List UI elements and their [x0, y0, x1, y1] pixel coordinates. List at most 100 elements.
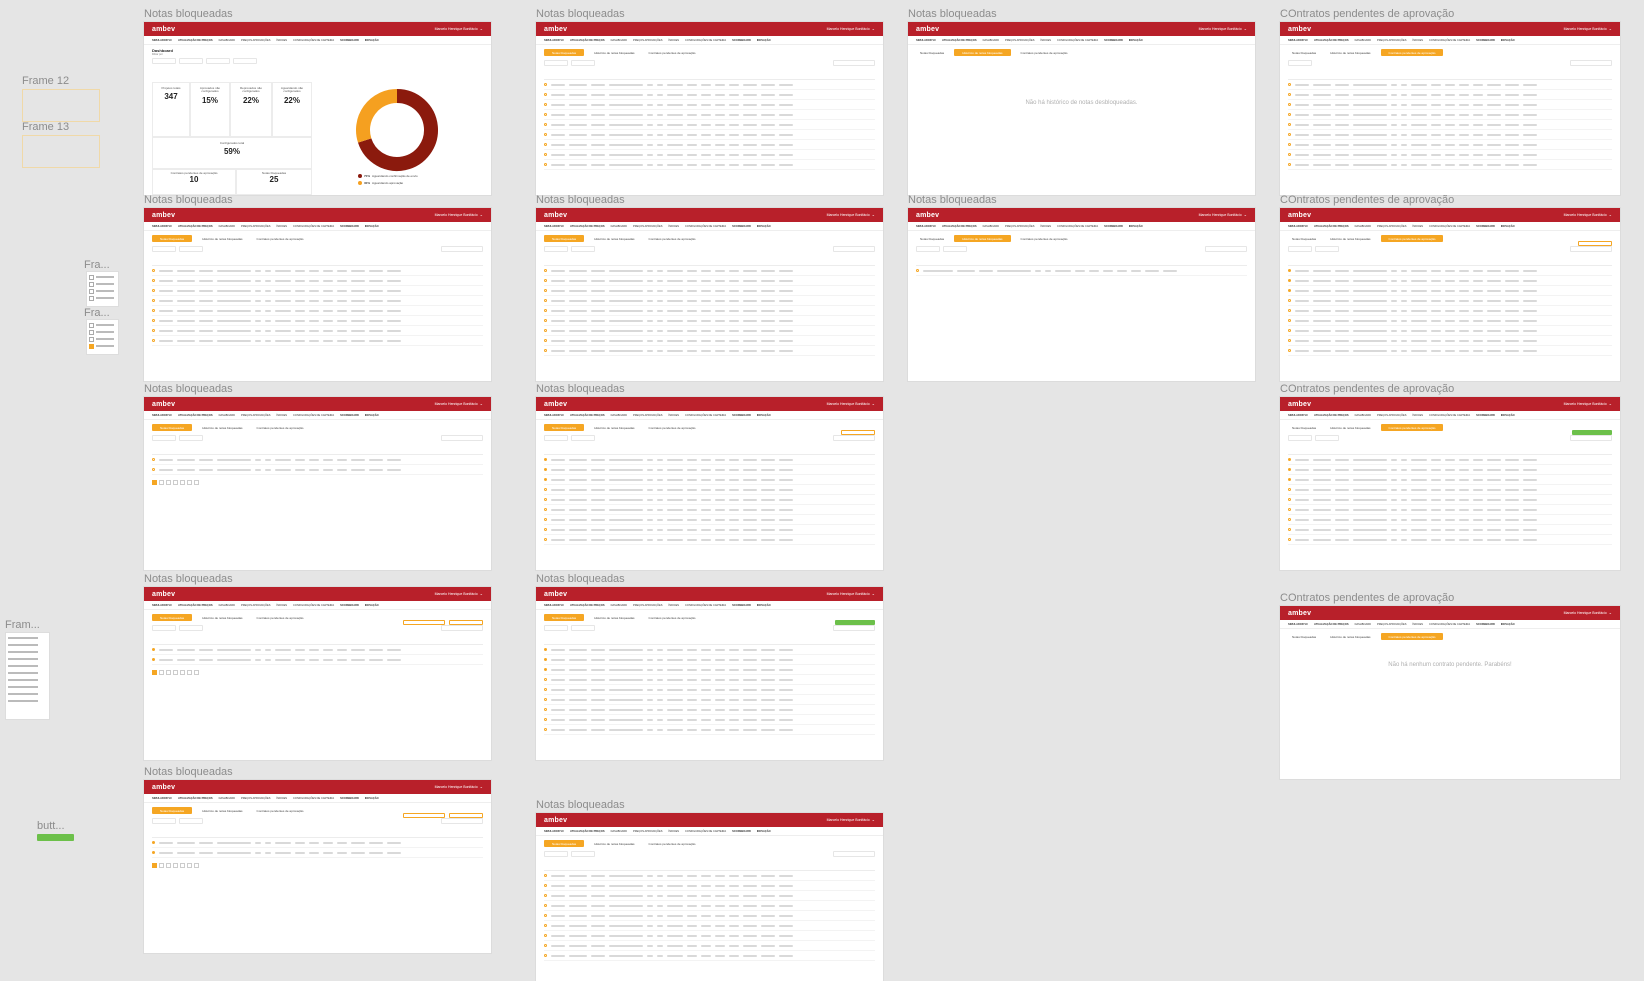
nav-item[interactable]: Inovação — [365, 39, 379, 42]
row-select-radio[interactable] — [544, 914, 547, 917]
table-row[interactable] — [544, 150, 875, 160]
row-select-radio[interactable] — [544, 123, 547, 126]
page-button[interactable] — [194, 480, 199, 485]
nav-item[interactable]: Atualização de preços — [570, 225, 605, 228]
row-select-radio[interactable] — [544, 894, 547, 897]
action-button[interactable] — [449, 620, 483, 625]
table-row[interactable] — [152, 336, 483, 346]
page-button[interactable] — [187, 480, 192, 485]
row-select-radio[interactable] — [1288, 319, 1291, 322]
tab-notas[interactable]: Notas bloqueadas — [544, 840, 585, 847]
filter-select[interactable] — [179, 58, 203, 64]
tab-historico[interactable]: Histórico de notas bloqueadas — [198, 808, 246, 814]
table-row[interactable] — [544, 160, 875, 170]
search-input[interactable] — [833, 435, 875, 441]
table-row[interactable] — [152, 455, 483, 465]
page-button[interactable] — [166, 480, 171, 485]
nav-item[interactable]: Simulador VC — [916, 39, 936, 42]
tab-contratos[interactable]: Contratos pendentes de aprovação — [1380, 235, 1444, 242]
table-row[interactable] — [1288, 80, 1612, 90]
nav-item[interactable]: Dashboard — [1355, 414, 1371, 417]
table-row[interactable] — [152, 306, 483, 316]
page-button[interactable] — [159, 863, 164, 868]
nav-item[interactable]: Scoreboard — [732, 830, 751, 833]
page-button[interactable] — [166, 670, 171, 675]
nav-item[interactable]: Dashboard — [1355, 225, 1371, 228]
row-select-radio[interactable] — [152, 269, 155, 272]
nav-item[interactable]: Inovação — [1501, 623, 1515, 626]
filter-select[interactable] — [544, 60, 568, 66]
table-row[interactable] — [152, 276, 483, 286]
row-select-radio[interactable] — [544, 488, 547, 491]
row-select-radio[interactable] — [1288, 528, 1291, 531]
nav-item[interactable]: Índices — [1041, 39, 1052, 42]
filter-select[interactable] — [544, 625, 568, 631]
nav-item[interactable]: Dashboard — [219, 39, 235, 42]
table-row[interactable] — [544, 931, 875, 941]
nav-item[interactable]: Scoreboard — [340, 39, 359, 42]
row-select-radio[interactable] — [544, 904, 547, 907]
tab-contratos[interactable]: Contratos pendentes de aprovação — [645, 425, 700, 431]
table-row[interactable] — [544, 505, 875, 515]
user-menu[interactable]: Marcelo Henrique Bonifácio ⌄ — [1564, 27, 1612, 32]
tab-notas[interactable]: Notas bloqueadas — [152, 807, 193, 814]
nav-item[interactable]: Dashboard — [219, 797, 235, 800]
table-row[interactable] — [1288, 505, 1612, 515]
nav-item[interactable]: Preços Aprovações — [1377, 39, 1407, 42]
nav-item[interactable]: Configurações de carteira — [685, 225, 726, 228]
tab-notas[interactable]: Notas bloqueadas — [544, 49, 585, 56]
row-select-radio[interactable] — [152, 468, 155, 471]
tab-historico[interactable]: Histórico de notas bloqueadas — [198, 615, 246, 621]
tab-notas[interactable]: Notas bloqueadas — [1288, 50, 1320, 56]
table-row[interactable] — [1288, 485, 1612, 495]
nav-item[interactable]: Simulador VC — [916, 225, 936, 228]
filter-select[interactable] — [943, 246, 967, 252]
tab-notas[interactable]: Notas bloqueadas — [544, 235, 585, 242]
filter-select[interactable] — [571, 246, 595, 252]
user-menu[interactable]: Marcelo Henrique Bonifácio ⌄ — [827, 27, 875, 32]
nav-item[interactable]: Configurações de carteira — [293, 39, 334, 42]
row-select-radio[interactable] — [544, 954, 547, 957]
nav-item[interactable]: Preços Aprovações — [241, 39, 271, 42]
user-menu[interactable]: Marcelo Henrique Bonifácio ⌄ — [435, 27, 483, 32]
table-row[interactable] — [1288, 286, 1612, 296]
tab-notas[interactable]: Notas bloqueadas — [1288, 634, 1320, 640]
table-row[interactable] — [544, 535, 875, 545]
tab-contratos[interactable]: Contratos pendentes de aprovação — [253, 425, 308, 431]
nav-item[interactable]: Configurações de carteira — [685, 39, 726, 42]
filter-select[interactable] — [1288, 60, 1312, 66]
row-select-radio[interactable] — [544, 329, 547, 332]
nav-item[interactable]: Índices — [277, 604, 288, 607]
nav-item[interactable]: Índices — [1413, 39, 1424, 42]
nav-item[interactable]: Dashboard — [219, 225, 235, 228]
table-row[interactable] — [544, 871, 875, 881]
row-select-radio[interactable] — [152, 329, 155, 332]
nav-item[interactable]: Inovação — [1501, 225, 1515, 228]
table-row[interactable] — [544, 645, 875, 655]
row-select-radio[interactable] — [152, 289, 155, 292]
nav-item[interactable]: Scoreboard — [1104, 225, 1123, 228]
table-row[interactable] — [1288, 100, 1612, 110]
nav-item[interactable]: Preços Aprovações — [633, 225, 663, 228]
page-button[interactable] — [173, 863, 178, 868]
row-select-radio[interactable] — [1288, 339, 1291, 342]
user-menu[interactable]: Marcelo Henrique Bonifácio ⌄ — [827, 818, 875, 823]
user-menu[interactable]: Marcelo Henrique Bonifácio ⌄ — [827, 213, 875, 218]
tab-notas[interactable]: Notas bloqueadas — [544, 424, 585, 431]
table-row[interactable] — [544, 100, 875, 110]
row-select-radio[interactable] — [1288, 538, 1291, 541]
table-row[interactable] — [544, 326, 875, 336]
row-select-radio[interactable] — [544, 319, 547, 322]
user-menu[interactable]: Marcelo Henrique Bonifácio ⌄ — [435, 402, 483, 407]
table-row[interactable] — [544, 911, 875, 921]
page-button[interactable] — [152, 863, 157, 868]
row-select-radio[interactable] — [1288, 329, 1291, 332]
nav-item[interactable]: Preços Aprovações — [1005, 225, 1035, 228]
table-row[interactable] — [152, 296, 483, 306]
row-select-radio[interactable] — [1288, 468, 1291, 471]
row-select-radio[interactable] — [544, 498, 547, 501]
nav-item[interactable]: Preços Aprovações — [1377, 225, 1407, 228]
filter-select[interactable] — [544, 435, 568, 441]
tab-historico[interactable]: Histórico de notas bloqueadas — [590, 236, 638, 242]
row-select-radio[interactable] — [544, 708, 547, 711]
